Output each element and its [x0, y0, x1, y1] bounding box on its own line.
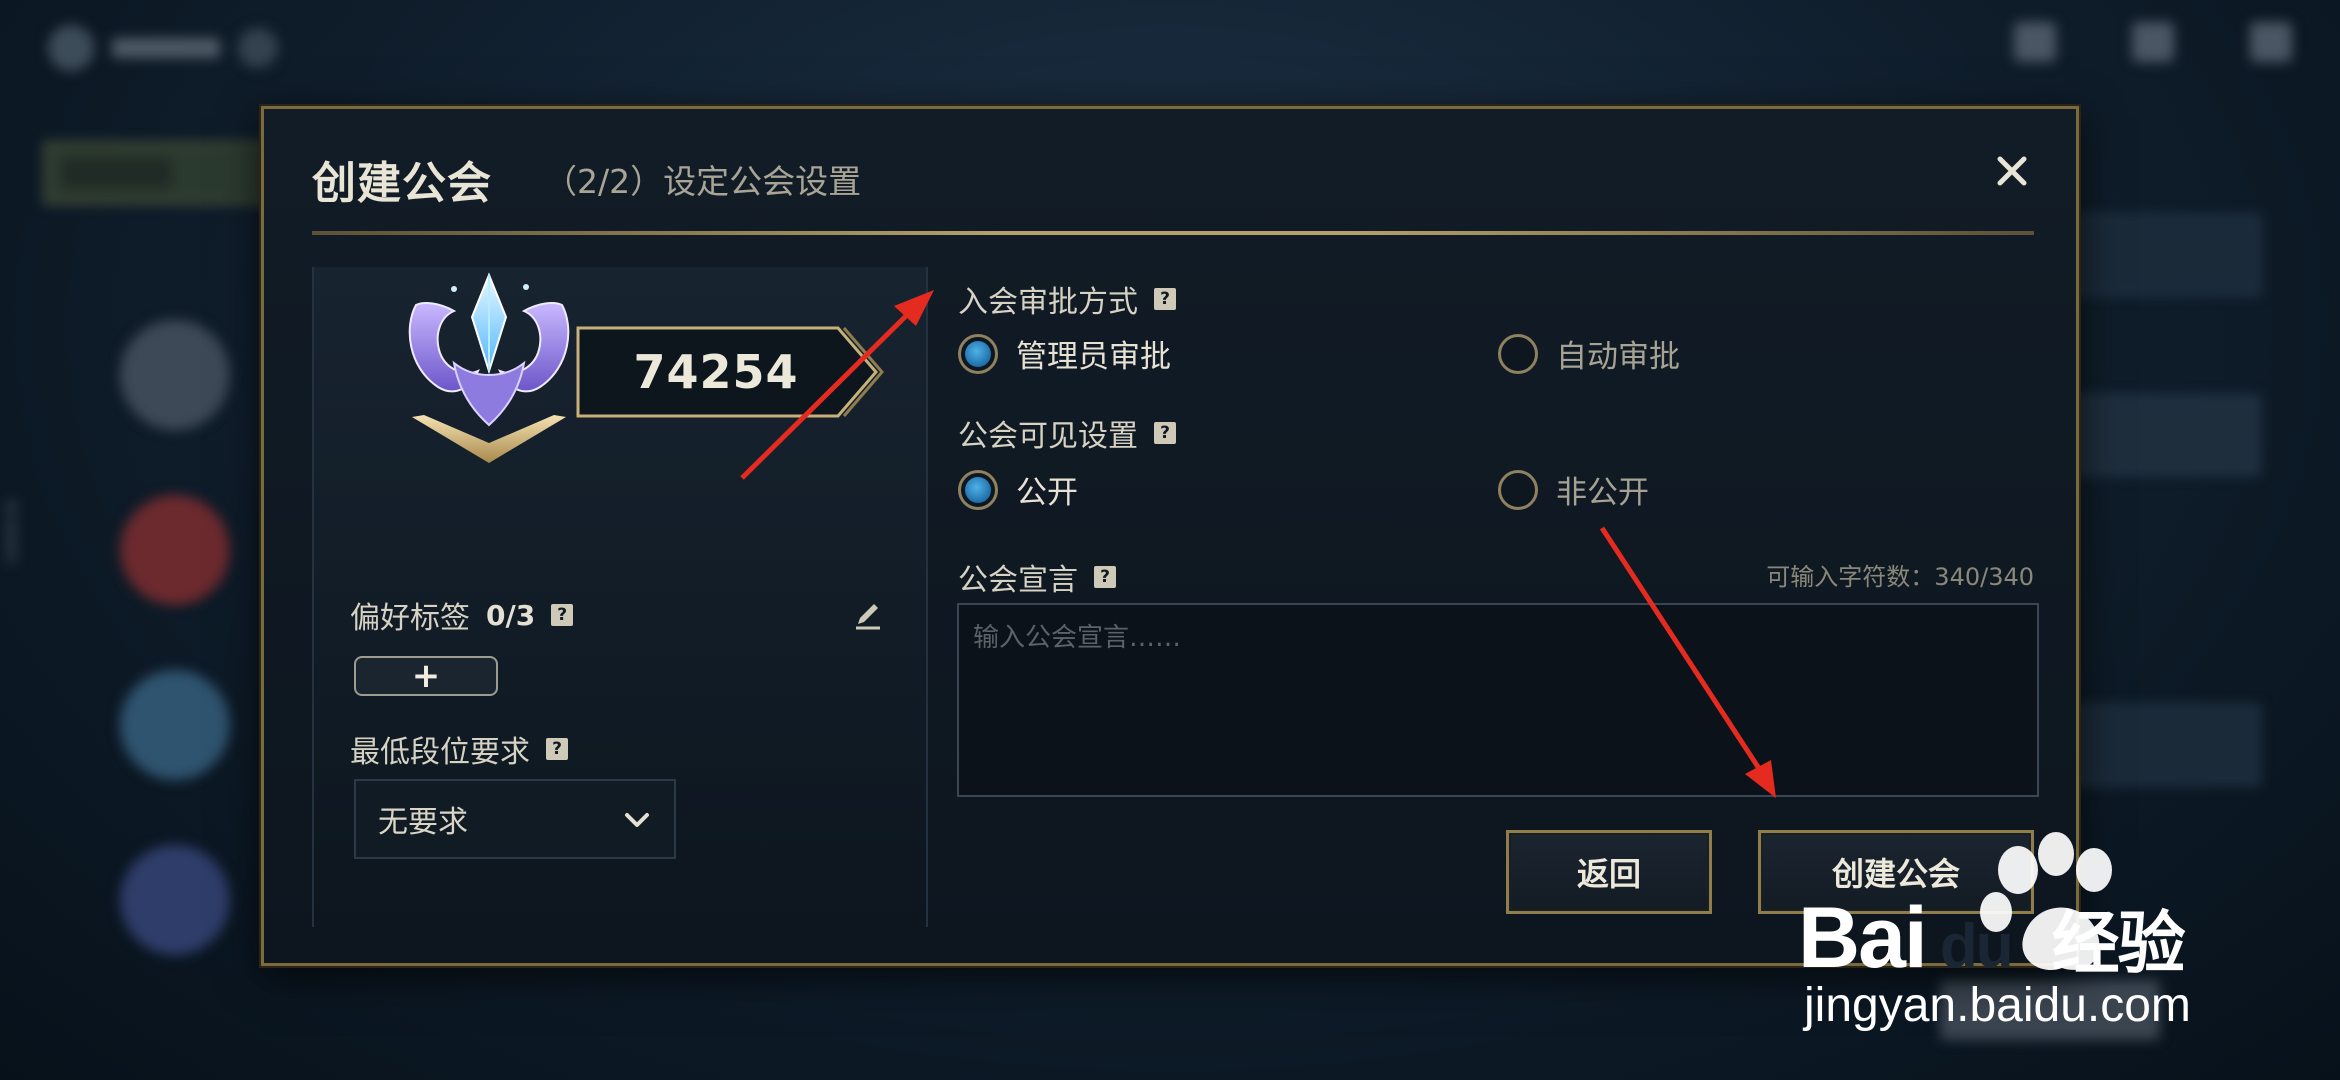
background-card [2050, 705, 2260, 785]
radio-button [1498, 333, 1538, 374]
background-card [2050, 215, 2260, 295]
baidu-jingyan-watermark: Bai du 经验 jingyan.baidu.com [1790, 830, 2290, 1040]
manifesto-label: 公会宣言 ? [958, 555, 1116, 599]
min-rank-text: 最低段位要求 [350, 735, 530, 770]
background-top-right-icons [2014, 22, 2292, 62]
background-help-icon [238, 28, 278, 68]
manifesto-input[interactable] [957, 603, 2039, 797]
help-icon[interactable]: ? [1094, 566, 1116, 588]
background-card [2050, 395, 2260, 475]
visibility-label: 公会可见设置 ? [958, 411, 1176, 455]
radio-label: 管理员审批 [1016, 339, 1171, 375]
background-header-text [111, 38, 221, 58]
background-guild-icon [120, 495, 230, 605]
dialog-title: 创建公会 [312, 158, 492, 209]
close-icon [1997, 156, 2027, 186]
radio-admin-approval[interactable]: 管理员审批 [958, 331, 1171, 376]
radio-button [958, 333, 998, 374]
background-guild-icon [120, 670, 230, 780]
radio-label: 公开 [1016, 475, 1078, 511]
guild-score: 74254 [633, 345, 799, 399]
help-icon[interactable]: ? [551, 604, 574, 626]
background-guild-icon [120, 845, 230, 955]
help-icon[interactable]: ? [546, 738, 568, 760]
background-header [48, 18, 278, 78]
radio-label: 自动审批 [1556, 339, 1680, 375]
radio-auto-approval[interactable]: 自动审批 [1498, 331, 1680, 376]
radio-button [958, 469, 998, 510]
watermark-suffix: 经验 [2051, 906, 2186, 982]
back-button[interactable]: 返回 [1506, 830, 1712, 914]
visibility-text: 公会可见设置 [958, 419, 1138, 454]
edit-pencil-icon[interactable] [852, 600, 884, 632]
min-rank-label: 最低段位要求 ? [350, 727, 568, 771]
watermark-brand: Bai du 经验 [1798, 888, 2186, 988]
dialog-subtitle: （2/2）设定公会设置 [544, 162, 862, 201]
background-icon [2250, 22, 2292, 62]
preference-tags-label: 偏好标签 0/3 ? [350, 593, 574, 637]
background-tab [44, 142, 274, 204]
help-icon[interactable]: ? [1154, 422, 1176, 444]
min-rank-select[interactable]: 无要求 [354, 779, 676, 859]
approval-method-label: 入会审批方式 ? [958, 277, 1176, 321]
preference-tags-count: 0/3 [486, 598, 536, 632]
radio-button [1498, 469, 1538, 510]
add-tag-button[interactable]: + [354, 656, 498, 696]
background-guild-icon [120, 320, 230, 430]
chevron-down-icon [625, 813, 649, 827]
background-icon [2014, 22, 2056, 62]
watermark-brand-part2: du [1939, 912, 2014, 981]
guild-emblem-panel: 74254 偏好标签 0/3 ? + 最低段位要求 ? 无要求 [312, 267, 928, 927]
char-counter: 可输入字符数：340/340 [1766, 563, 2034, 591]
radio-private[interactable]: 非公开 [1498, 467, 1649, 512]
guild-score-plate: 74254 [576, 322, 896, 422]
background-icon [2132, 22, 2174, 62]
min-rank-value: 无要求 [378, 805, 468, 840]
radio-label: 非公开 [1556, 475, 1649, 511]
manifesto-text: 公会宣言 [958, 563, 1078, 598]
title-divider [312, 231, 2034, 235]
watermark-brand-part1: Bai [1798, 890, 1928, 986]
watermark-url: jingyan.baidu.com [1804, 979, 2191, 1032]
close-button[interactable] [1990, 149, 2034, 193]
help-icon[interactable]: ? [1154, 288, 1176, 310]
background-side-text: ID:00003 [2, 500, 18, 565]
guild-emblem-icon [408, 272, 570, 463]
approval-method-text: 入会审批方式 [958, 285, 1138, 320]
background-back-icon [48, 25, 94, 71]
radio-public[interactable]: 公开 [958, 467, 1078, 512]
preference-tags-text: 偏好标签 [350, 601, 470, 636]
